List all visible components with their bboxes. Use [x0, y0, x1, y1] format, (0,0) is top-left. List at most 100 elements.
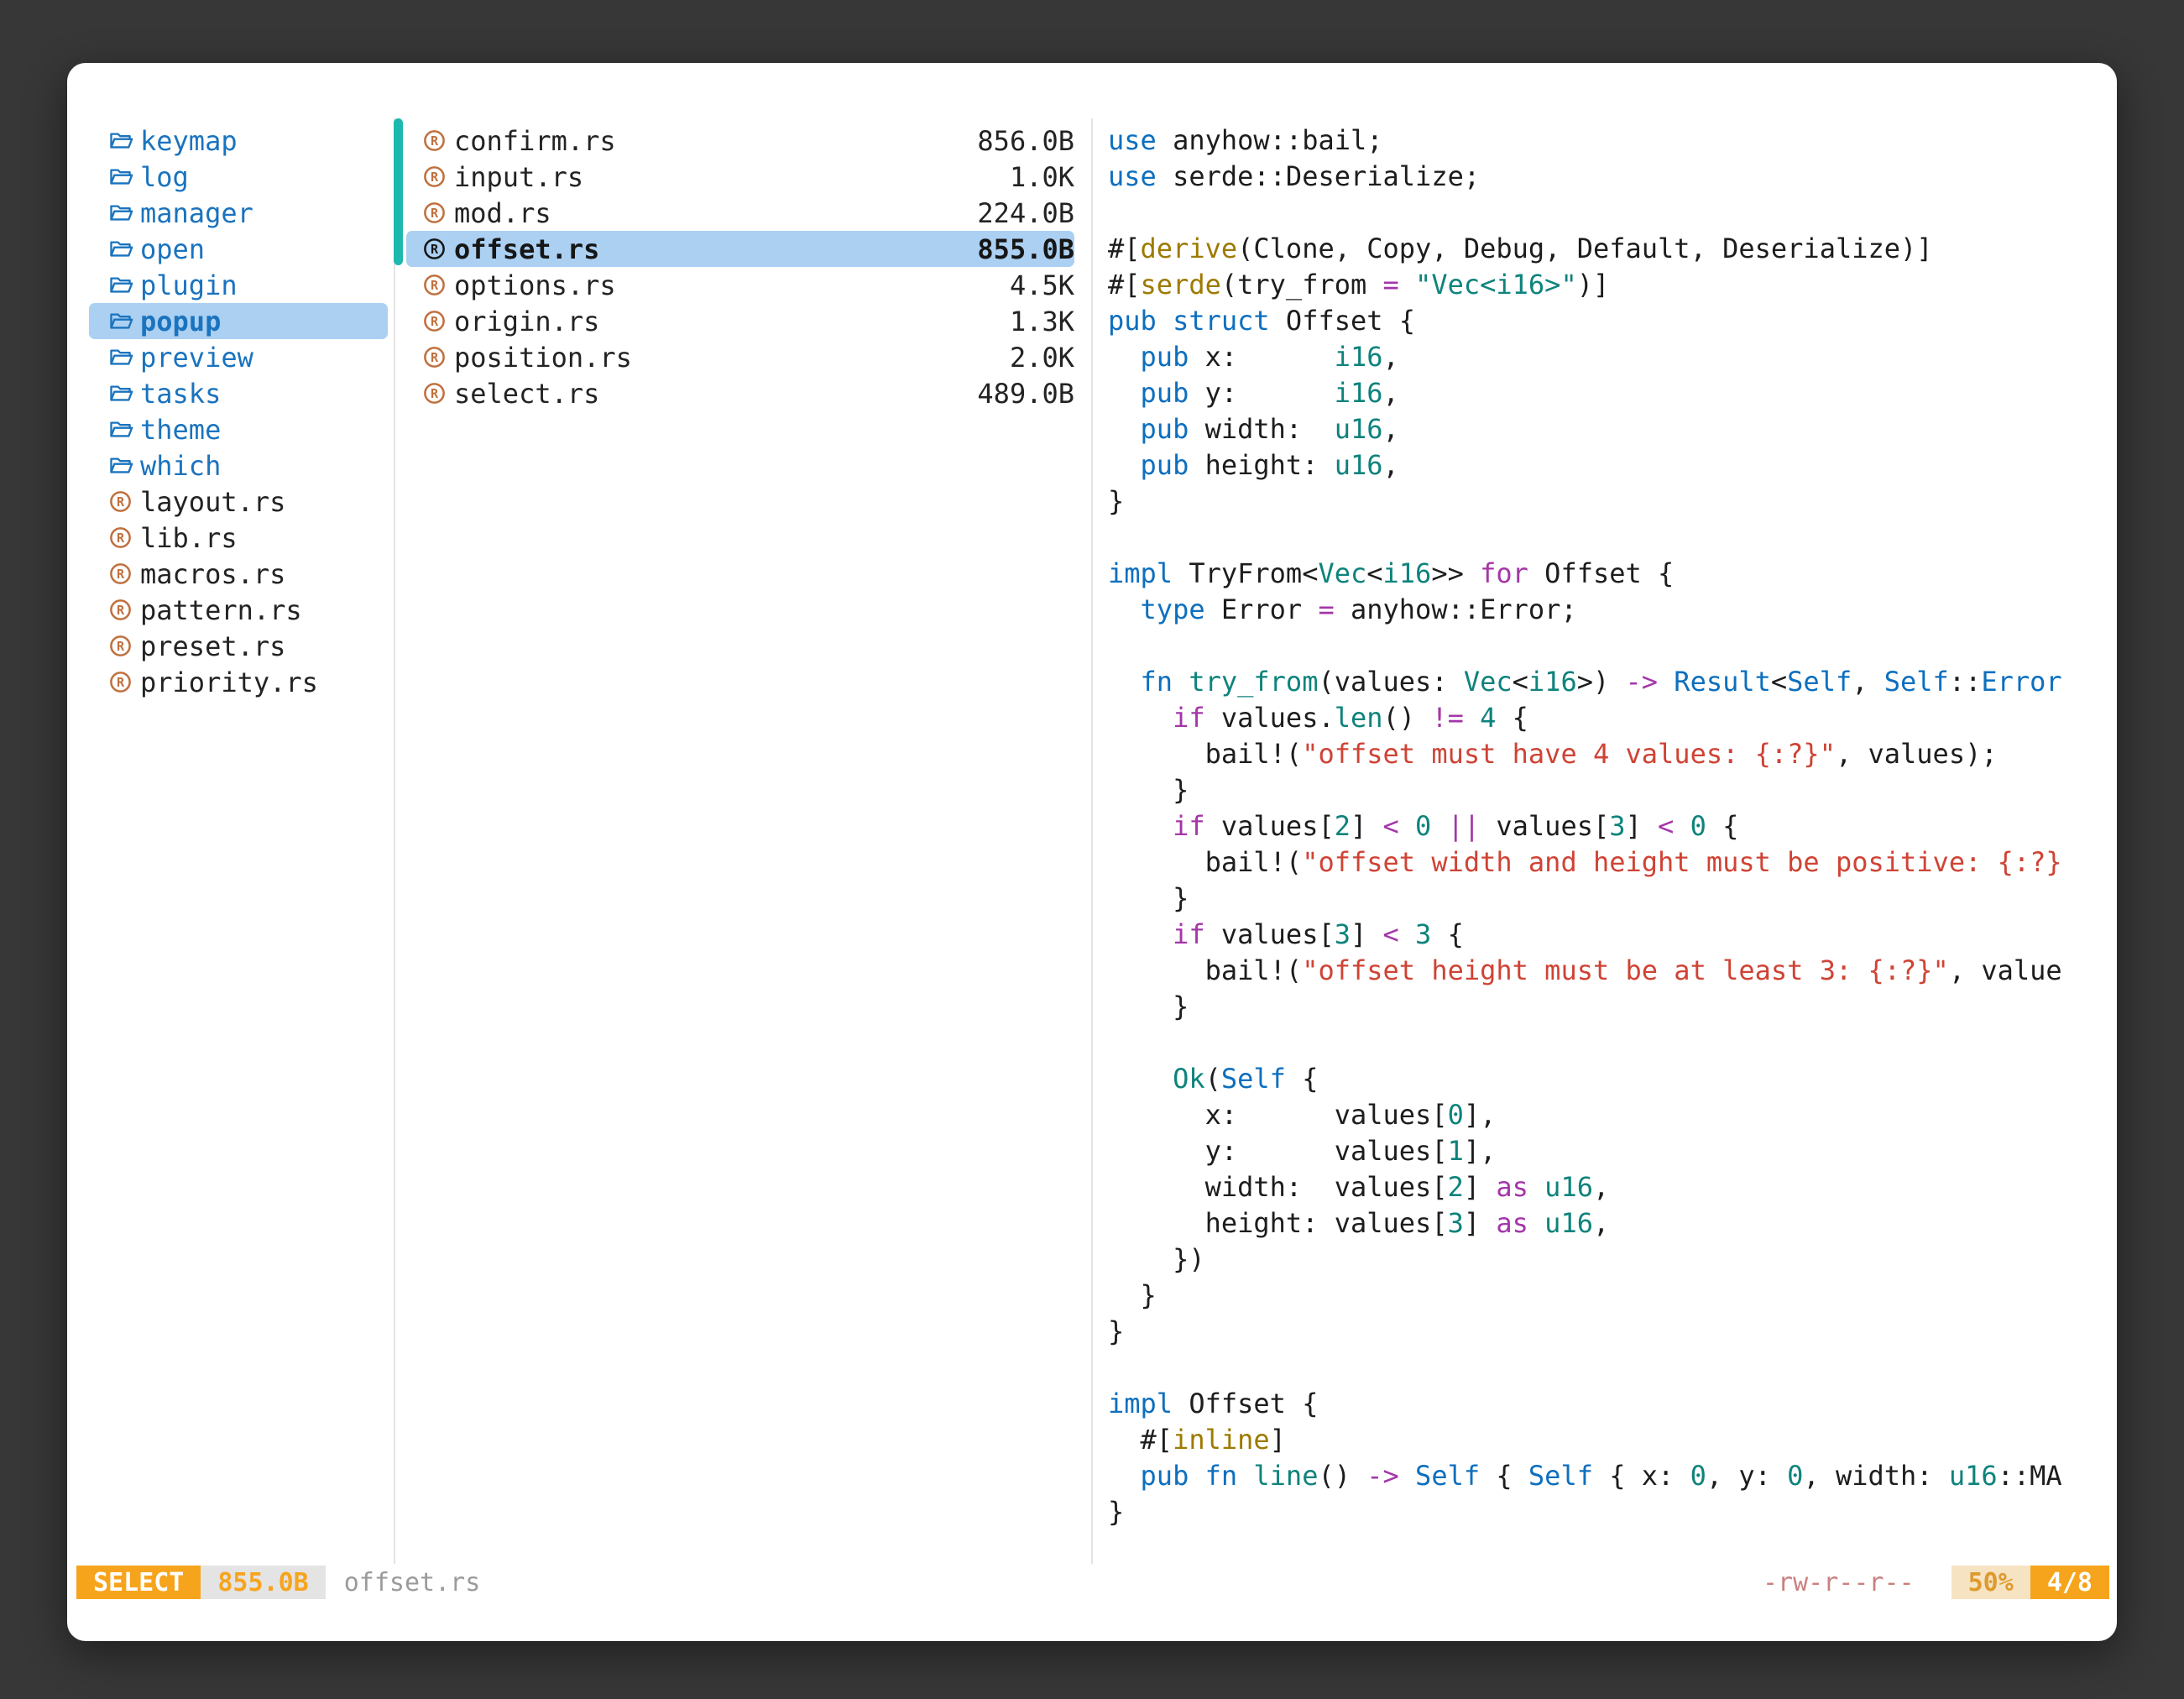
code-line — [1108, 1025, 2115, 1061]
code-line: pub fn line() -> Self { Self { x: 0, y: … — [1108, 1458, 2115, 1494]
sidebar-item-keymap[interactable]: keymap — [89, 123, 388, 159]
file-row-select-rs[interactable]: Rselect.rs489.0B — [406, 375, 1074, 411]
rust-file-icon: R — [108, 598, 140, 622]
code-line: } — [1108, 772, 2115, 808]
file-row-mod-rs[interactable]: Rmod.rs224.0B — [406, 195, 1074, 231]
file-name: position.rs — [454, 342, 632, 374]
rust-file-icon: R — [108, 489, 140, 514]
file-list-scrollbar[interactable] — [394, 118, 403, 265]
code-line: } — [1108, 1278, 2115, 1314]
item-label: plugin — [140, 269, 238, 301]
code-line: impl TryFrom<Vec<i16>> for Offset { — [1108, 556, 2115, 592]
svg-text:R: R — [431, 206, 439, 221]
item-label: manager — [140, 197, 253, 229]
sidebar-item-open[interactable]: open — [89, 231, 388, 267]
code-line: if values[2] < 0 || values[3] < 0 { — [1108, 808, 2115, 844]
code-line: if values[3] < 3 { — [1108, 917, 2115, 953]
code-line: } — [1108, 1314, 2115, 1350]
rust-file-icon: R — [108, 562, 140, 586]
rust-file-icon: R — [422, 381, 454, 405]
rust-file-icon: R — [422, 273, 454, 297]
file-row-input-rs[interactable]: Rinput.rs1.0K — [406, 159, 1074, 195]
rust-file-icon: R — [422, 345, 454, 369]
rust-file-icon: R — [422, 165, 454, 189]
rust-file-icon: R — [108, 525, 140, 550]
item-label: open — [140, 233, 205, 265]
file-size: 1.0K — [1010, 161, 1074, 193]
file-name: options.rs — [454, 269, 616, 301]
folder-open-icon — [108, 129, 140, 152]
item-label: log — [140, 161, 189, 193]
code-line: x: values[0], — [1108, 1097, 2115, 1133]
code-line: fn try_from(values: Vec<i16>) -> Result<… — [1108, 664, 2115, 700]
item-label: layout.rs — [140, 486, 285, 518]
sidebar-item-pattern-rs[interactable]: Rpattern.rs — [89, 592, 388, 628]
code-line: } — [1108, 989, 2115, 1025]
code-line — [1108, 628, 2115, 664]
folder-open-icon — [108, 310, 140, 332]
file-row-offset-rs[interactable]: Roffset.rs 855.0B — [406, 231, 1074, 267]
sidebar-item-lib-rs[interactable]: Rlib.rs — [89, 520, 388, 556]
rust-file-icon: R — [422, 237, 454, 261]
code-line: } — [1108, 1494, 2115, 1530]
code-line: if values.len() != 4 { — [1108, 700, 2115, 736]
file-size: 855.0B — [977, 233, 1074, 265]
file-row-position-rs[interactable]: Rposition.rs 2.0K — [406, 339, 1074, 375]
code-line — [1108, 520, 2115, 556]
sidebar-item-macros-rs[interactable]: Rmacros.rs — [89, 556, 388, 592]
file-row-confirm-rs[interactable]: Rconfirm.rs856.0B — [406, 123, 1074, 159]
sidebar-item-tasks[interactable]: tasks — [89, 375, 388, 411]
mode-badge: SELECT — [76, 1566, 201, 1599]
sidebar-item-theme[interactable]: theme — [89, 411, 388, 447]
sidebar-item-priority-rs[interactable]: Rpriority.rs — [89, 664, 388, 700]
code-line: #[serde(try_from = "Vec<i16>")] — [1108, 267, 2115, 303]
svg-text:R: R — [117, 603, 125, 618]
svg-text:R: R — [117, 675, 125, 690]
sidebar-item-preview[interactable]: preview — [89, 339, 388, 375]
sidebar-item-layout-rs[interactable]: Rlayout.rs — [89, 484, 388, 520]
folder-open-icon — [108, 201, 140, 224]
sidebar-item-which[interactable]: which — [89, 447, 388, 484]
svg-text:R: R — [117, 567, 125, 582]
folder-open-icon — [108, 418, 140, 441]
sidebar-item-log[interactable]: log — [89, 159, 388, 195]
file-size: 4.5K — [1010, 269, 1074, 301]
sidebar-item-manager[interactable]: manager — [89, 195, 388, 231]
code-line: use serde::Deserialize; — [1108, 159, 2115, 195]
code-line: pub height: u16, — [1108, 447, 2115, 484]
sidebar-item-preset-rs[interactable]: Rpreset.rs — [89, 628, 388, 664]
item-label: which — [140, 450, 221, 482]
folder-open-icon — [108, 382, 140, 405]
file-row-origin-rs[interactable]: Rorigin.rs1.3K — [406, 303, 1074, 339]
code-line: }) — [1108, 1242, 2115, 1278]
file-size: 489.0B — [977, 378, 1074, 410]
code-line — [1108, 1350, 2115, 1386]
cursor-position-badge: 4/8 — [2030, 1566, 2109, 1599]
svg-text:R: R — [117, 639, 125, 654]
item-label: priority.rs — [140, 667, 318, 698]
rust-file-icon: R — [422, 128, 454, 153]
folder-open-icon — [108, 274, 140, 296]
code-line: impl Offset { — [1108, 1386, 2115, 1422]
sidebar-item-popup[interactable]: popup — [89, 303, 388, 339]
svg-text:R: R — [431, 133, 439, 149]
file-row-options-rs[interactable]: Roptions.rs 4.5K — [406, 267, 1074, 303]
code-line — [1108, 195, 2115, 231]
svg-text:R: R — [431, 242, 439, 257]
parent-pane: keymaplog manager open pluginpopuppreviewta… — [89, 123, 388, 700]
item-label: lib.rs — [140, 522, 238, 554]
code-line: y: values[1], — [1108, 1133, 2115, 1169]
preview-pane: use anyhow::bail;use serde::Deserialize;… — [1108, 123, 2115, 1530]
code-line: use anyhow::bail; — [1108, 123, 2115, 159]
sidebar-item-plugin[interactable]: plugin — [89, 267, 388, 303]
file-name: mod.rs — [454, 197, 551, 229]
code-line: pub struct Offset { — [1108, 303, 2115, 339]
folder-open-icon — [108, 165, 140, 188]
folder-open-icon — [108, 346, 140, 369]
file-name: offset.rs — [454, 233, 599, 265]
pane-separator-right — [1091, 118, 1093, 1564]
file-size: 1.3K — [1010, 306, 1074, 337]
code-line: bail!("offset height must be at least 3:… — [1108, 953, 2115, 989]
file-size: 2.0K — [1010, 342, 1074, 374]
item-label: macros.rs — [140, 558, 285, 590]
